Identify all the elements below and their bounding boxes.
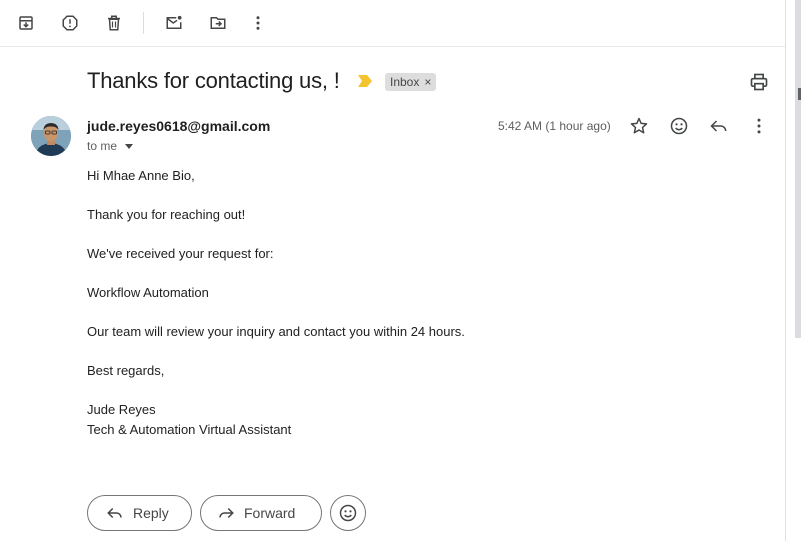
recipient-label: to me — [87, 139, 118, 153]
avatar-photo — [31, 116, 71, 156]
label-text: Inbox — [390, 75, 420, 89]
print-icon — [750, 73, 768, 91]
delete-icon — [108, 15, 120, 31]
reply-header-button[interactable] — [704, 111, 734, 141]
message-more-button[interactable] — [744, 111, 774, 141]
emoji-icon — [670, 117, 688, 135]
archive-icon — [19, 16, 33, 30]
forward-label: Forward — [244, 505, 296, 521]
body-paragraph: Thank you for reaching out! — [87, 207, 246, 222]
more-vert-icon — [757, 118, 761, 134]
greeting: Hi Mhae Anne Bio, — [87, 168, 195, 183]
chevron-down-icon — [125, 143, 134, 149]
print-all-button[interactable] — [744, 67, 774, 97]
message-body: Hi Mhae Anne Bio, Thank you for reaching… — [87, 166, 465, 440]
message-timestamp: 5:42 AM (1 hour ago) — [498, 119, 611, 133]
archive-button[interactable] — [11, 8, 41, 38]
move-to-icon — [210, 17, 226, 29]
sender-email: jude.reyes0618@gmail.com — [87, 118, 271, 134]
scrollbar[interactable] — [785, 0, 801, 541]
reply-icon — [107, 507, 122, 519]
star-button[interactable] — [624, 111, 654, 141]
reply-label: Reply — [133, 505, 169, 521]
move-to-button[interactable] — [203, 8, 233, 38]
add-reaction-button[interactable] — [664, 111, 694, 141]
body-paragraph: Workflow Automation — [87, 285, 209, 300]
mark-unread-button[interactable] — [159, 8, 189, 38]
scrollbar-thumb[interactable] — [795, 0, 801, 338]
sender-avatar[interactable] — [31, 116, 71, 156]
star-icon — [630, 117, 648, 134]
message-toolbar — [0, 0, 785, 47]
mark-unread-icon — [166, 15, 182, 29]
recipient-details-toggle[interactable]: to me — [87, 139, 134, 153]
forward-button[interactable]: Forward — [200, 495, 322, 531]
remove-label-button[interactable]: × — [424, 73, 431, 91]
emoji-reaction-button[interactable] — [330, 495, 366, 531]
body-paragraph: We've received your request for: — [87, 246, 274, 261]
emoji-icon — [339, 504, 357, 522]
signature-name: Jude Reyes — [87, 402, 156, 417]
forward-icon — [219, 507, 234, 519]
inbox-label-chip: Inbox × — [385, 73, 437, 91]
delete-button[interactable] — [99, 8, 129, 38]
toolbar-divider — [143, 12, 144, 34]
importance-marker-icon[interactable] — [358, 75, 372, 87]
more-vert-icon — [256, 16, 260, 30]
more-options-button[interactable] — [243, 8, 273, 38]
email-subject: Thanks for contacting us, ! — [87, 68, 340, 93]
reply-icon — [710, 120, 727, 132]
body-paragraph: Our team will review your inquiry and co… — [87, 324, 465, 339]
report-spam-icon — [62, 15, 78, 31]
signoff: Best regards, — [87, 363, 165, 378]
report-spam-button[interactable] — [55, 8, 85, 38]
reply-button[interactable]: Reply — [87, 495, 192, 531]
signature-title: Tech & Automation Virtual Assistant — [87, 422, 292, 437]
